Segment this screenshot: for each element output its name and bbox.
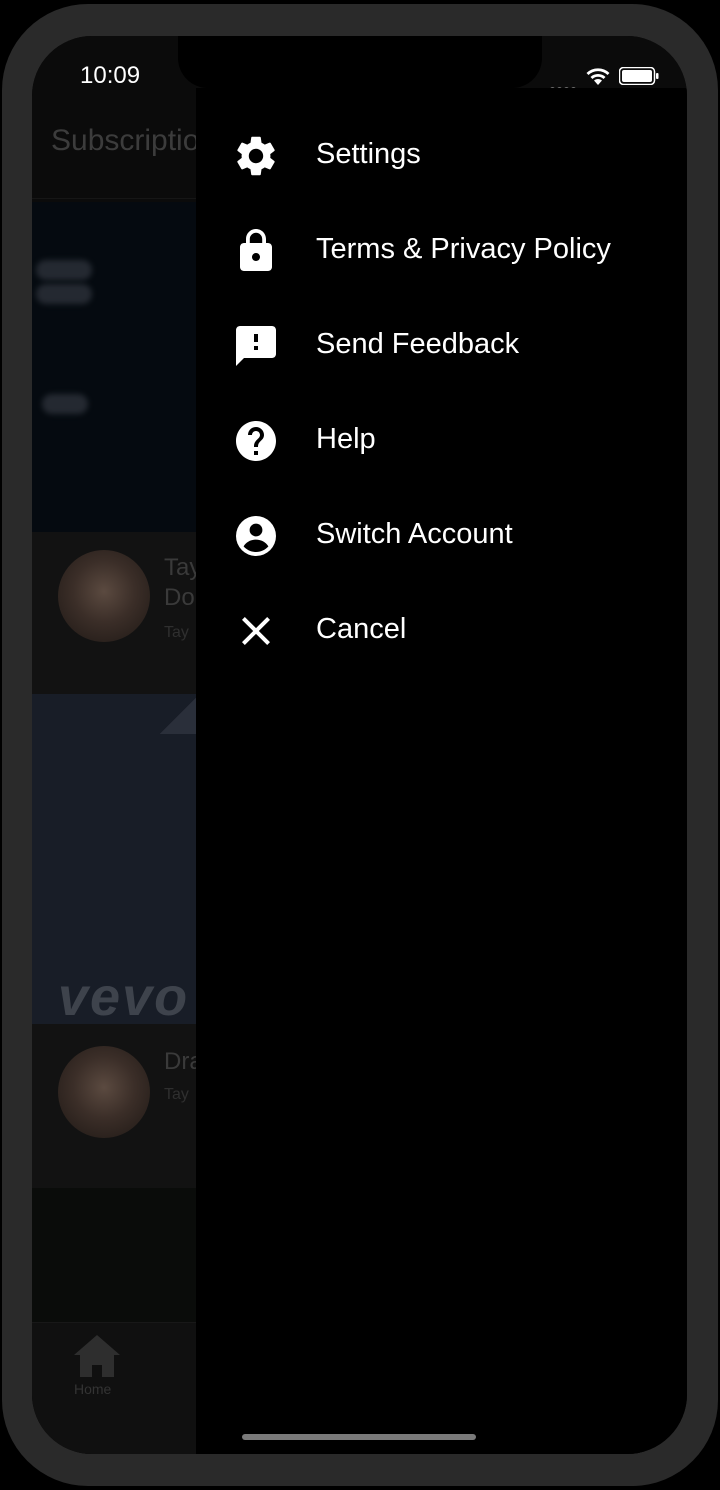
status-time: 10:09 [80, 62, 141, 89]
help-icon [232, 417, 280, 465]
feedback-icon [232, 322, 280, 370]
gear-icon [232, 132, 280, 180]
device-frame: Subscriptio Tay Do Tay vevo Dra Tay Home… [0, 0, 720, 1490]
blurred-text [36, 260, 92, 280]
menu-item-label: Help [316, 423, 376, 455]
menu-item-terms-privacy[interactable]: Terms & Privacy Policy [196, 204, 687, 299]
menu-item-settings[interactable]: Settings [196, 109, 687, 204]
side-menu-drawer: Settings Terms & Privacy Policy Send Fee… [196, 88, 687, 1454]
video-title: Do [164, 584, 195, 611]
page-title: Subscriptio [51, 124, 200, 157]
menu-item-help[interactable]: Help [196, 394, 687, 489]
channel-name: Tay [164, 1086, 189, 1103]
avatar [58, 550, 150, 642]
menu-item-send-feedback[interactable]: Send Feedback [196, 299, 687, 394]
menu-item-label: Send Feedback [316, 328, 520, 360]
menu-item-label: Cancel [316, 613, 407, 645]
home-indicator[interactable] [242, 1434, 476, 1440]
menu-item-switch-account[interactable]: Switch Account [196, 489, 687, 584]
wifi-icon [586, 68, 610, 85]
menu-item-label: Settings [316, 138, 421, 170]
notch [178, 36, 542, 88]
channel-name: Tay [164, 624, 189, 641]
menu-item-label: Switch Account [316, 518, 513, 550]
menu-item-label: Terms & Privacy Policy [316, 233, 611, 265]
tab-home-label: Home [74, 1381, 112, 1397]
blurred-text [42, 394, 88, 414]
menu-item-cancel[interactable]: Cancel [196, 584, 687, 679]
account-icon [232, 512, 280, 560]
battery-icon [619, 67, 659, 85]
vevo-logo: vevo [58, 967, 190, 1027]
home-icon [74, 1335, 120, 1377]
blurred-text [36, 284, 92, 304]
screen: Subscriptio Tay Do Tay vevo Dra Tay Home… [32, 36, 687, 1454]
lock-icon [232, 227, 280, 275]
close-icon [232, 607, 280, 655]
avatar [58, 1046, 150, 1138]
